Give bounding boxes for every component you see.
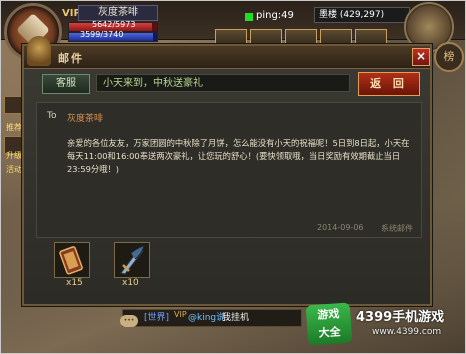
- image-frame: [0, 0, 466, 354]
